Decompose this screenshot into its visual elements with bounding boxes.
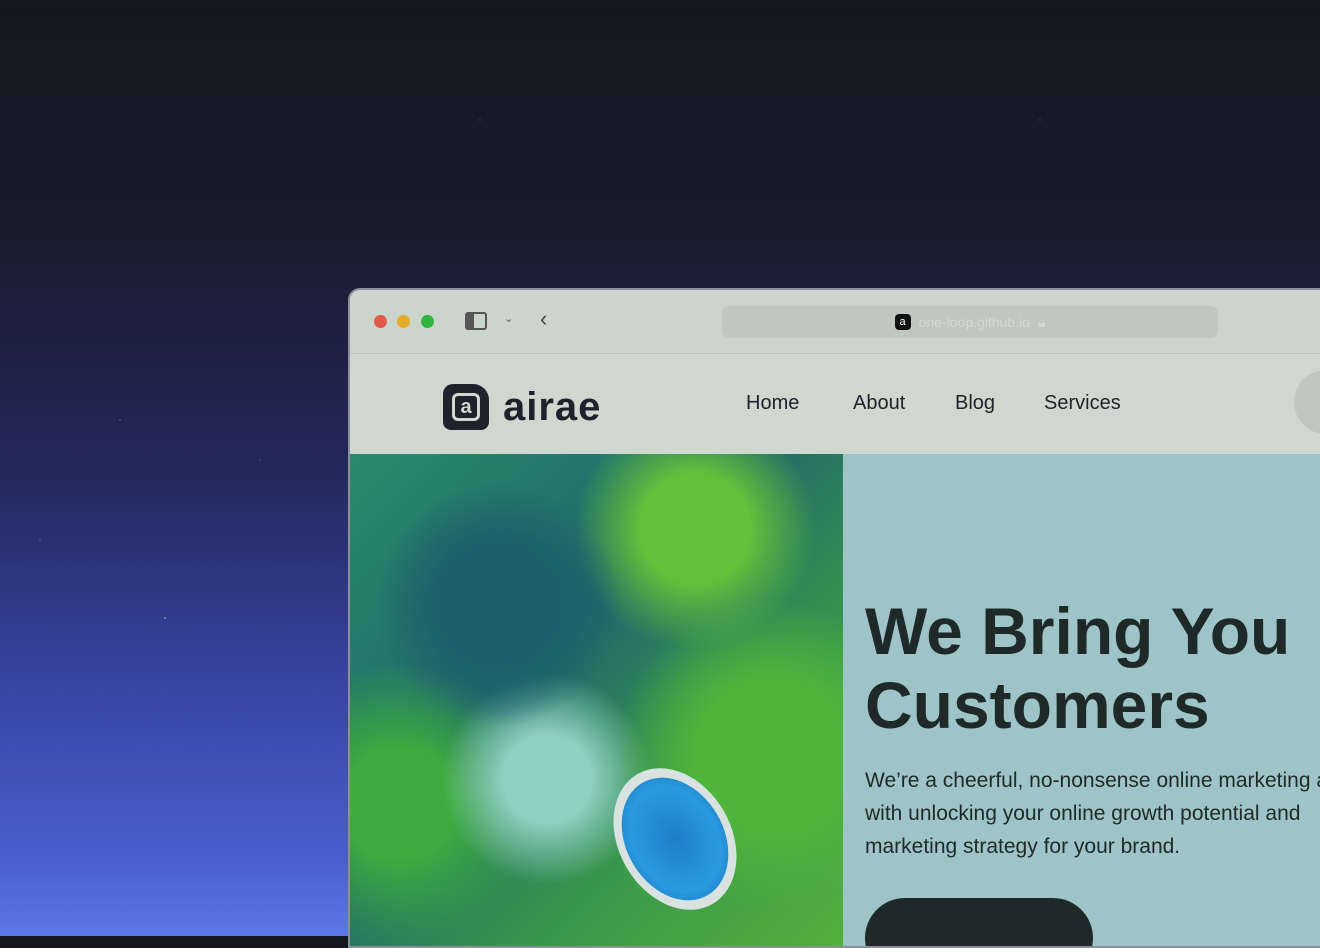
- logo-icon: a: [443, 384, 489, 430]
- header-button[interactable]: [1294, 370, 1320, 434]
- address-bar[interactable]: a one-loop.github.io 🔒︎: [722, 306, 1218, 338]
- logo-text: airae: [503, 384, 602, 429]
- nav-about[interactable]: About: [853, 392, 905, 415]
- nav-blog[interactable]: Blog: [955, 392, 995, 415]
- hero-body-line3: marketing strategy for your brand.: [865, 835, 1181, 858]
- hero-body-line1: We’re a cheerful, no-nonsense online mar…: [865, 769, 1320, 792]
- cta-button[interactable]: [865, 898, 1093, 946]
- hero-body-line2: with unlocking your online growth potent…: [865, 802, 1301, 825]
- browser-toolbar: ⌄ ‹ a one-loop.github.io 🔒︎: [350, 290, 1320, 354]
- hero-title: We Bring You Customers: [865, 594, 1320, 742]
- hero-section: We Bring You Customers We’re a cheerful, …: [350, 454, 1320, 946]
- minimize-button[interactable]: [397, 315, 410, 328]
- chevron-down-icon[interactable]: ⌄: [504, 312, 513, 325]
- lock-icon: 🔒︎: [1037, 313, 1046, 330]
- back-icon[interactable]: ‹: [540, 306, 547, 332]
- site-header: a airae Home About Blog Services: [350, 354, 1320, 454]
- favicon-icon: a: [894, 314, 911, 330]
- hero-title-line1: We Bring You: [865, 594, 1291, 668]
- maximize-button[interactable]: [421, 315, 434, 328]
- browser-window: ⌄ ‹ a one-loop.github.io 🔒︎ a airae Home…: [348, 288, 1320, 948]
- hero-description: We’re a cheerful, no-nonsense online mar…: [865, 764, 1320, 863]
- logo-mark-letter: a: [452, 393, 480, 421]
- nav-services[interactable]: Services: [1044, 392, 1121, 415]
- site-logo[interactable]: a airae: [443, 384, 601, 430]
- close-button[interactable]: [374, 315, 387, 328]
- hero-title-line2: Customers: [865, 668, 1210, 742]
- hero-image: [350, 454, 843, 946]
- nav-home[interactable]: Home: [746, 392, 799, 415]
- sidebar-toggle-icon[interactable]: [465, 312, 487, 330]
- megaphone-image: [588, 745, 762, 933]
- url-text: one-loop.github.io: [918, 314, 1030, 330]
